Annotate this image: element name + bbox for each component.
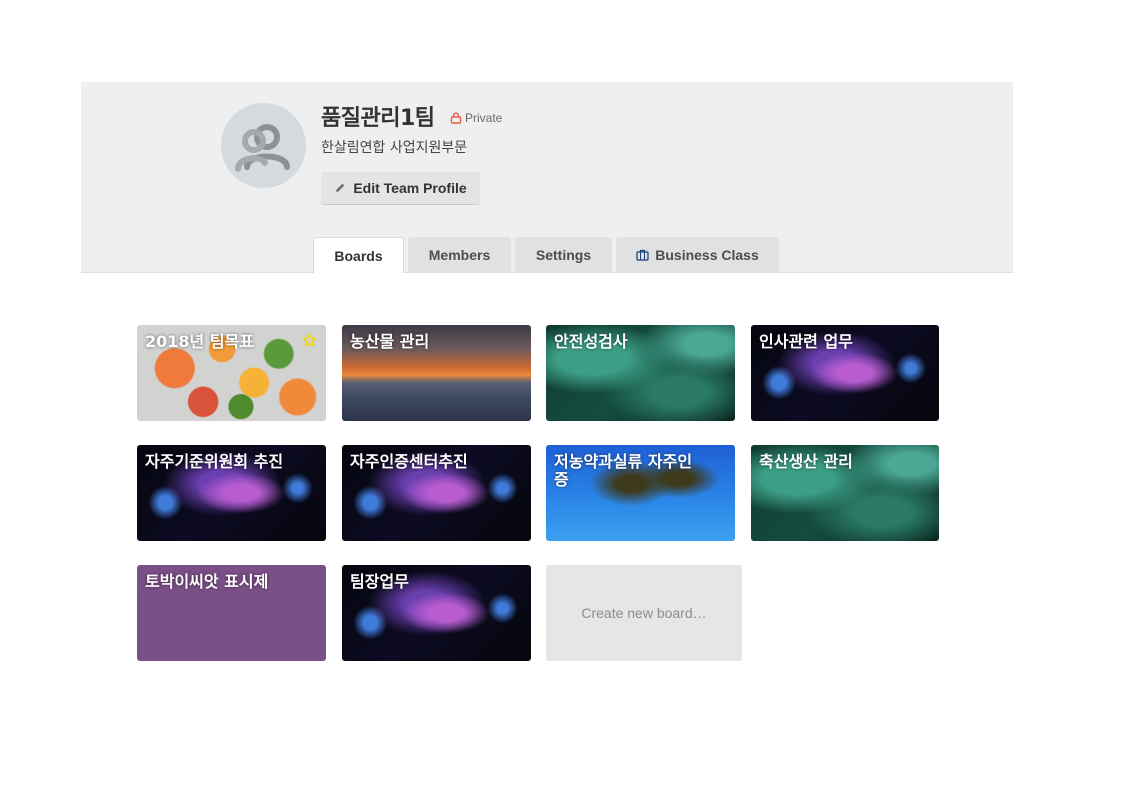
board-title: 자주기준위원회 추진	[145, 452, 284, 471]
board-tile[interactable]: 안전성검사	[546, 325, 735, 421]
team-name: 품질관리1팀	[321, 106, 435, 131]
board-tile[interactable]: 농산물 관리	[342, 325, 531, 421]
board-title: 저농약과실류 자주인증	[554, 452, 693, 489]
tab-members-label: Members	[428, 246, 491, 263]
edit-team-profile-label: Edit Team Profile	[353, 180, 467, 196]
board-tile[interactable]: 자주기준위원회 추진	[137, 445, 326, 541]
board-tile[interactable]: 팀장업무	[342, 565, 531, 661]
privacy-indicator: Private	[450, 111, 502, 125]
star-icon[interactable]	[302, 333, 317, 348]
tab-settings-label: Settings	[535, 246, 592, 263]
board-title: 인사관련 업무	[759, 332, 853, 351]
board-title: 축산생산 관리	[759, 452, 853, 471]
board-title: 농산물 관리	[350, 332, 430, 351]
board-title: 토박이씨앗 표시제	[145, 572, 269, 591]
board-tile[interactable]: 토박이씨앗 표시제	[137, 565, 326, 661]
tab-boards-label: Boards	[334, 247, 383, 264]
lock-icon	[450, 112, 462, 124]
tab-business-class[interactable]: Business Class	[616, 237, 779, 272]
team-avatar	[221, 103, 306, 188]
team-header: 품질관리1팀 Private 한살림연합 사업지원부문 Edit Team Pr…	[81, 82, 1013, 273]
privacy-label: Private	[465, 111, 503, 125]
edit-team-profile-button[interactable]: Edit Team Profile	[321, 172, 480, 205]
pencil-icon	[336, 183, 345, 192]
tab-boards[interactable]: Boards	[313, 237, 404, 273]
tab-settings[interactable]: Settings	[515, 237, 612, 272]
board-tile[interactable]: 자주인증센터추진	[342, 445, 531, 541]
briefcase-icon	[636, 249, 649, 261]
create-new-board-tile[interactable]: Create new board…	[546, 565, 742, 661]
board-title: 안전성검사	[554, 332, 628, 351]
team-description: 한살림연합 사업지원부문	[321, 140, 468, 156]
tab-business-class-label: Business Class	[655, 246, 759, 263]
board-title: 팀장업무	[350, 572, 409, 591]
tab-members[interactable]: Members	[408, 237, 511, 272]
team-members-icon	[235, 124, 290, 172]
board-tile[interactable]: 2018년 팀목표	[137, 325, 326, 421]
board-tile[interactable]: 축산생산 관리	[751, 445, 939, 541]
board-title: 2018년 팀목표	[145, 332, 254, 351]
board-title: 자주인증센터추진	[350, 452, 468, 471]
board-tile[interactable]: 저농약과실류 자주인증	[546, 445, 735, 541]
board-tile[interactable]: 인사관련 업무	[751, 325, 939, 421]
create-new-board-label: Create new board…	[581, 605, 707, 621]
